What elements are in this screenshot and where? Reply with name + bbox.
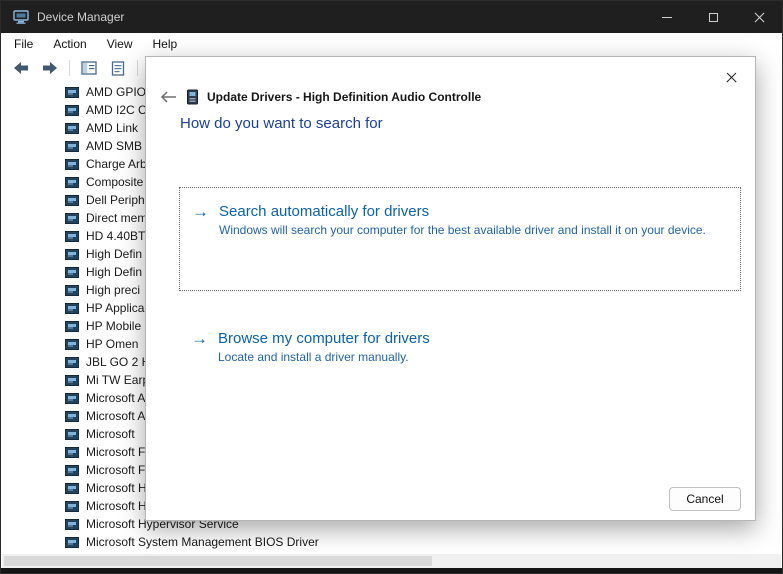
device-category-icon	[65, 87, 79, 98]
update-drivers-dialog: Update Drivers - High Definition Audio C…	[145, 56, 756, 521]
option-label: Browse my computer for drivers	[218, 330, 430, 347]
device-category-icon	[65, 375, 79, 386]
dialog-close-button[interactable]	[718, 64, 744, 90]
tree-item-label: AMD Link	[86, 121, 138, 135]
dialog-title: Update Drivers - High Definition Audio C…	[207, 90, 481, 104]
menu-file[interactable]: File	[4, 35, 43, 53]
window-title: Device Manager	[37, 10, 124, 24]
tree-item-label: Dell Periph	[86, 193, 145, 207]
tree-item-label: AMD GPIO	[86, 85, 146, 99]
menubar: File Action View Help	[1, 33, 782, 55]
device-category-icon	[65, 537, 79, 548]
device-category-icon	[65, 213, 79, 224]
device-category-icon	[65, 357, 79, 368]
tree-item[interactable]: Microsoft System Management BIOS Driver	[1, 533, 782, 551]
tree-item-label: Mi TW Earp	[86, 373, 149, 387]
device-category-icon	[65, 177, 79, 188]
forward-arrow-icon[interactable]	[40, 58, 60, 78]
device-category-icon	[65, 483, 79, 494]
window-bottom-edge	[1, 568, 782, 573]
option-text: Search automatically for drivers Windows…	[219, 203, 706, 278]
option-text: Browse my computer for drivers Locate an…	[218, 330, 430, 365]
device-category-icon	[65, 519, 79, 530]
option-label: Search automatically for drivers	[219, 203, 706, 220]
device-category-icon	[65, 393, 79, 404]
device-category-icon	[65, 285, 79, 296]
device-manager-window: Device Manager File Action View Help	[0, 0, 783, 574]
tree-item-label: Microsoft System Management BIOS Driver	[86, 535, 319, 549]
device-manager-icon	[13, 9, 29, 25]
tree-item-label: Composite	[86, 175, 143, 189]
toolbar-separator	[137, 60, 138, 76]
console-tree-icon[interactable]	[79, 58, 99, 78]
device-category-icon	[65, 303, 79, 314]
device-category-icon	[65, 195, 79, 206]
titlebar: Device Manager	[1, 1, 782, 33]
close-icon	[754, 12, 765, 23]
option-browse-computer[interactable]: Browse my computer for drivers Locate an…	[179, 315, 741, 377]
tree-item-label: Microsoft	[86, 427, 135, 441]
back-arrow-icon[interactable]	[11, 58, 31, 78]
tree-item-label: Direct mem	[86, 211, 147, 225]
tree-item-label: High preci	[86, 283, 140, 297]
arrow-right-icon	[191, 330, 208, 365]
device-category-icon	[65, 465, 79, 476]
tree-item-label: AMD I2C C	[86, 103, 147, 117]
dialog-back-icon[interactable]	[158, 91, 178, 103]
device-category-icon	[65, 231, 79, 242]
device-category-icon	[65, 501, 79, 512]
menu-action[interactable]: Action	[43, 35, 96, 53]
tree-item-label: HD 4.40BT	[86, 229, 145, 243]
audio-controller-icon	[186, 89, 199, 105]
tree-item-label: AMD SMB	[86, 139, 142, 153]
menu-help[interactable]: Help	[143, 35, 188, 53]
device-category-icon	[65, 447, 79, 458]
arrow-right-icon	[192, 203, 209, 278]
close-icon	[726, 72, 737, 83]
tree-item-label: High Defin	[86, 247, 142, 261]
tree-item-label: Microsoft H	[86, 481, 147, 495]
device-category-icon	[65, 339, 79, 350]
tree-item-label: JBL GO 2 H	[86, 355, 150, 369]
device-category-icon	[65, 429, 79, 440]
horizontal-scrollbar[interactable]	[2, 554, 781, 568]
maximize-icon	[709, 13, 718, 22]
tree-item-label: Charge Arb	[86, 157, 147, 171]
tree-item-label: Microsoft A	[86, 409, 145, 423]
device-category-icon	[65, 411, 79, 422]
device-category-icon	[65, 105, 79, 116]
device-category-icon	[65, 141, 79, 152]
cancel-button[interactable]: Cancel	[669, 487, 741, 511]
device-category-icon	[65, 249, 79, 260]
menu-view[interactable]: View	[97, 35, 143, 53]
device-category-icon	[65, 321, 79, 332]
option-search-automatically[interactable]: Search automatically for drivers Windows…	[179, 187, 741, 291]
tree-item-label: HP Omen	[86, 337, 138, 351]
tree-item-label: Microsoft F	[86, 445, 145, 459]
device-category-icon	[65, 159, 79, 170]
tree-item-label: High Defin	[86, 265, 142, 279]
option-description: Windows will search your computer for th…	[219, 223, 706, 238]
option-description: Locate and install a driver manually.	[218, 350, 430, 365]
caption-buttons	[644, 1, 782, 33]
dialog-heading: How do you want to search for	[180, 115, 383, 132]
tree-item-label: Microsoft H	[86, 499, 147, 513]
device-category-icon	[65, 267, 79, 278]
toolbar-separator	[69, 60, 70, 76]
tree-item-label: Microsoft A	[86, 391, 145, 405]
device-category-icon	[65, 123, 79, 134]
maximize-button[interactable]	[690, 1, 736, 33]
minimize-button[interactable]	[644, 1, 690, 33]
close-button[interactable]	[736, 1, 782, 33]
dialog-header: Update Drivers - High Definition Audio C…	[158, 89, 481, 105]
tree-item-label: HP Mobile	[86, 319, 141, 333]
tree-item-label: HP Applica	[86, 301, 144, 315]
minimize-icon	[662, 17, 672, 18]
properties-icon[interactable]	[108, 58, 128, 78]
scrollbar-thumb[interactable]	[4, 556, 432, 566]
tree-item-label: Microsoft F	[86, 463, 145, 477]
